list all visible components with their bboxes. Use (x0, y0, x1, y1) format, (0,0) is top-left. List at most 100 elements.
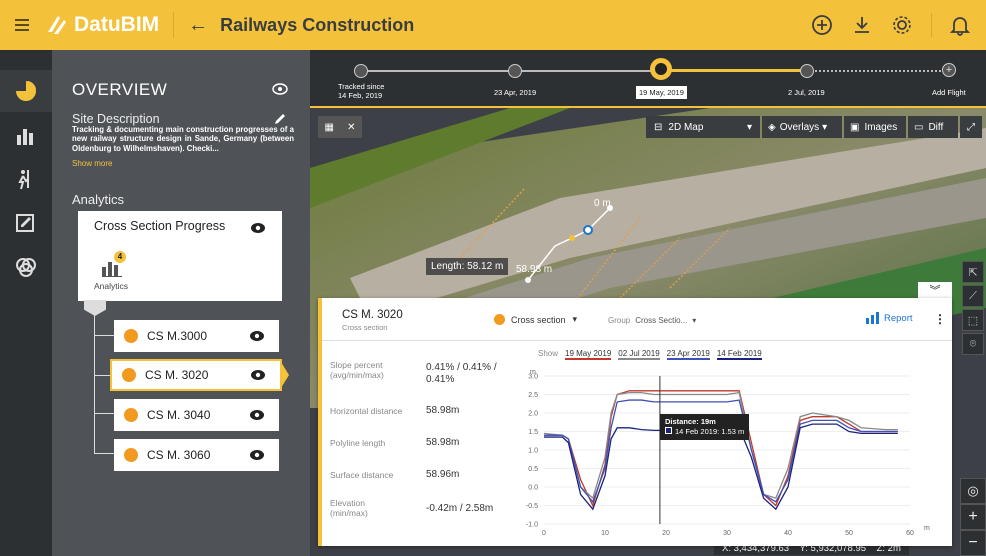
cross-section-item-selected[interactable]: CS M. 3020 (110, 359, 282, 391)
x-tick-label: 10 (601, 530, 609, 537)
add-circle-icon[interactable] (811, 14, 833, 36)
y-axis-label: m (530, 369, 536, 376)
metric-label: Surface distance (330, 470, 394, 480)
cross-section-item[interactable]: CS M. 3040 (114, 399, 279, 431)
timeline-label: Tracked since 14 Feb, 2019 (338, 82, 385, 100)
double-chevron-down-icon: ︾ (929, 285, 941, 297)
group-label: Group (608, 316, 631, 325)
metric-value: 58.98m (426, 405, 460, 416)
eye-icon[interactable] (249, 449, 265, 461)
eye-icon[interactable] (250, 221, 266, 239)
edit-note-icon (16, 214, 34, 232)
metric-label: Horizontal distance (330, 406, 403, 416)
site-description-title: Site Description (72, 112, 160, 126)
layer-select[interactable]: Cross section ▾ (494, 314, 577, 325)
timeline-node[interactable] (800, 64, 814, 78)
eye-icon[interactable] (250, 369, 266, 381)
tree-collapse-node[interactable] (84, 300, 106, 316)
cs-orange-dot (124, 448, 138, 462)
timeline-label: 2 Jul, 2019 (788, 88, 825, 97)
rail-layers-button[interactable] (0, 246, 52, 288)
legend-item[interactable]: 19 May 2019 (565, 349, 612, 360)
minus-icon: − (968, 534, 978, 551)
area-tool-button[interactable]: ⬚ (962, 309, 984, 331)
plus-icon: + (968, 508, 978, 525)
show-more-link[interactable]: Show more (72, 159, 112, 168)
cs-orange-dot (124, 329, 138, 343)
bell-icon[interactable] (950, 14, 970, 36)
line-tool-button[interactable]: ⟋ (962, 285, 984, 307)
flight-timeline: + Tracked since 14 Feb, 2019 23 Apr, 201… (310, 50, 986, 108)
y-tick-label: 0.5 (528, 466, 538, 473)
metric-label: Polyline length (330, 438, 386, 448)
x-tick-label: 40 (784, 530, 792, 537)
rail-measure-button[interactable] (0, 158, 52, 200)
tooltip-value-text: 14 Feb 2019: 1.53 m (675, 427, 745, 436)
timeline-node[interactable] (354, 64, 368, 78)
legend-item[interactable]: 02 Jul 2019 (618, 349, 660, 360)
x-axis-label: m (924, 525, 930, 532)
cross-section-progress-card[interactable]: Cross Section Progress 4 Analytics (78, 211, 282, 301)
y-tick-label: -1.0 (526, 522, 538, 529)
gear-icon[interactable] (891, 14, 913, 36)
rail-analytics-button[interactable] (0, 114, 52, 156)
select-tool-button[interactable]: ⇱ (962, 261, 984, 283)
divider (173, 12, 175, 38)
overview-panel: OVERVIEW Site Description Tracking & doc… (52, 50, 310, 556)
back-arrow-icon[interactable]: ← (188, 15, 208, 35)
visibility-eye-icon[interactable] (272, 82, 288, 100)
chevron-down-icon: ▾ (692, 316, 697, 325)
eye-icon[interactable] (249, 409, 265, 421)
brand-name: DatuBIM (74, 13, 160, 36)
cross-section-panel: CS M. 3020 Cross section Cross section ▾… (318, 298, 952, 546)
logo[interactable]: DatuBIM (44, 0, 159, 50)
cs-label: CS M.3000 (147, 329, 208, 343)
cs-label: CS M. 3060 (147, 448, 211, 462)
locate-button[interactable]: ◎ (960, 478, 986, 504)
x-tick-label: 20 (662, 530, 670, 537)
length-tooltip: Length: 58.12 m (426, 258, 509, 275)
panel-title: CS M. 3020 (342, 309, 403, 321)
card-title: Cross Section Progress (94, 219, 226, 233)
legend-item[interactable]: 23 Apr 2019 (666, 349, 710, 360)
eye-icon[interactable] (249, 330, 265, 342)
group-select-value: Cross Sectio... (635, 316, 688, 325)
timeline-node-selected[interactable] (650, 58, 672, 80)
layers-circle-icon (16, 258, 36, 277)
pie-icon (16, 81, 36, 101)
cursor-icon: ⇱ (968, 266, 978, 279)
cs-label: CS M. 3020 (145, 368, 209, 382)
x-tick-label: 60 (906, 530, 914, 537)
rail-overview-button[interactable] (0, 70, 52, 112)
legend-item[interactable]: 14 Feb 2019 (716, 349, 762, 360)
timeline-label: 23 Apr, 2019 (494, 88, 537, 97)
project-title: Railways Construction (220, 14, 415, 35)
pin-tool-button[interactable]: ⌾ (962, 333, 984, 355)
analytics-count-badge: 4 (114, 251, 126, 263)
walker-icon (18, 170, 29, 190)
group-select[interactable]: Group Cross Sectio... ▾ (608, 316, 696, 325)
location-pin-icon: ⌾ (969, 337, 977, 350)
layer-select-value: Cross section (511, 314, 566, 325)
timeline-node[interactable] (508, 64, 522, 78)
add-flight-node[interactable]: + (942, 63, 956, 77)
zoom-in-button[interactable]: + (960, 504, 986, 530)
report-button[interactable]: Report (866, 312, 913, 324)
menu-icon[interactable] (0, 0, 44, 50)
report-label: Report (884, 312, 913, 324)
panel-divider (322, 340, 952, 341)
timeline-line-active (660, 69, 808, 72)
more-options-icon[interactable]: ⋮ (934, 312, 946, 326)
metric-value: 0.41% / 0.41% / 0.41% (426, 362, 497, 385)
cross-section-item[interactable]: CS M.3000 (114, 320, 279, 352)
icon-rail (0, 50, 52, 556)
measure-end-label: 58.98 m (516, 264, 553, 275)
rail-notes-button[interactable] (0, 202, 52, 244)
y-tick-label: 2.0 (528, 411, 538, 418)
cross-section-chart[interactable]: 3.02.52.01.51.00.50.0-0.5-1.00 10 20 30 40 50… (512, 364, 932, 542)
x-tick-label: 30 (723, 530, 731, 537)
zoom-out-button[interactable]: − (960, 530, 986, 556)
metric-value: 58.96m (426, 469, 460, 480)
cross-section-item[interactable]: CS M. 3060 (114, 439, 279, 471)
download-icon[interactable] (851, 14, 873, 36)
